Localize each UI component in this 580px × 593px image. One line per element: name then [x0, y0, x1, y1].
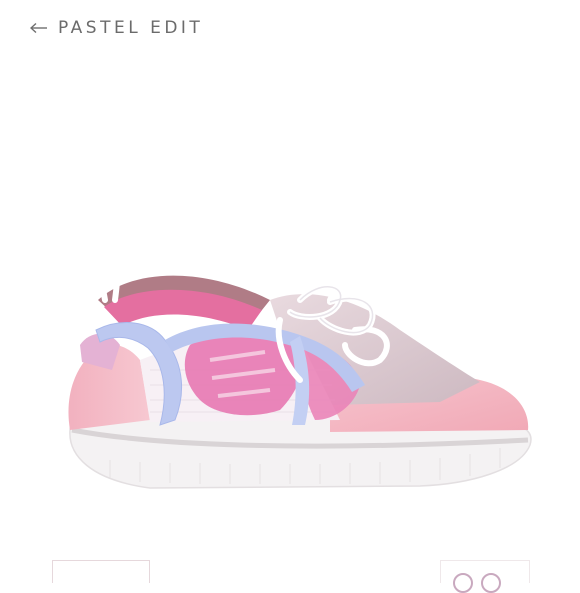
product-image-area	[0, 60, 580, 550]
sneaker-image[interactable]	[0, 60, 580, 550]
thumbnail-strip	[0, 552, 580, 593]
back-link[interactable]: PASTEL EDIT	[30, 18, 203, 38]
thumbnail-shoe-icon	[481, 573, 501, 593]
thumbnail-shoe-icon	[453, 573, 473, 593]
arrow-left-icon	[30, 22, 47, 34]
back-link-label: PASTEL EDIT	[58, 18, 204, 38]
top-bar: PASTEL EDIT	[0, 0, 580, 60]
